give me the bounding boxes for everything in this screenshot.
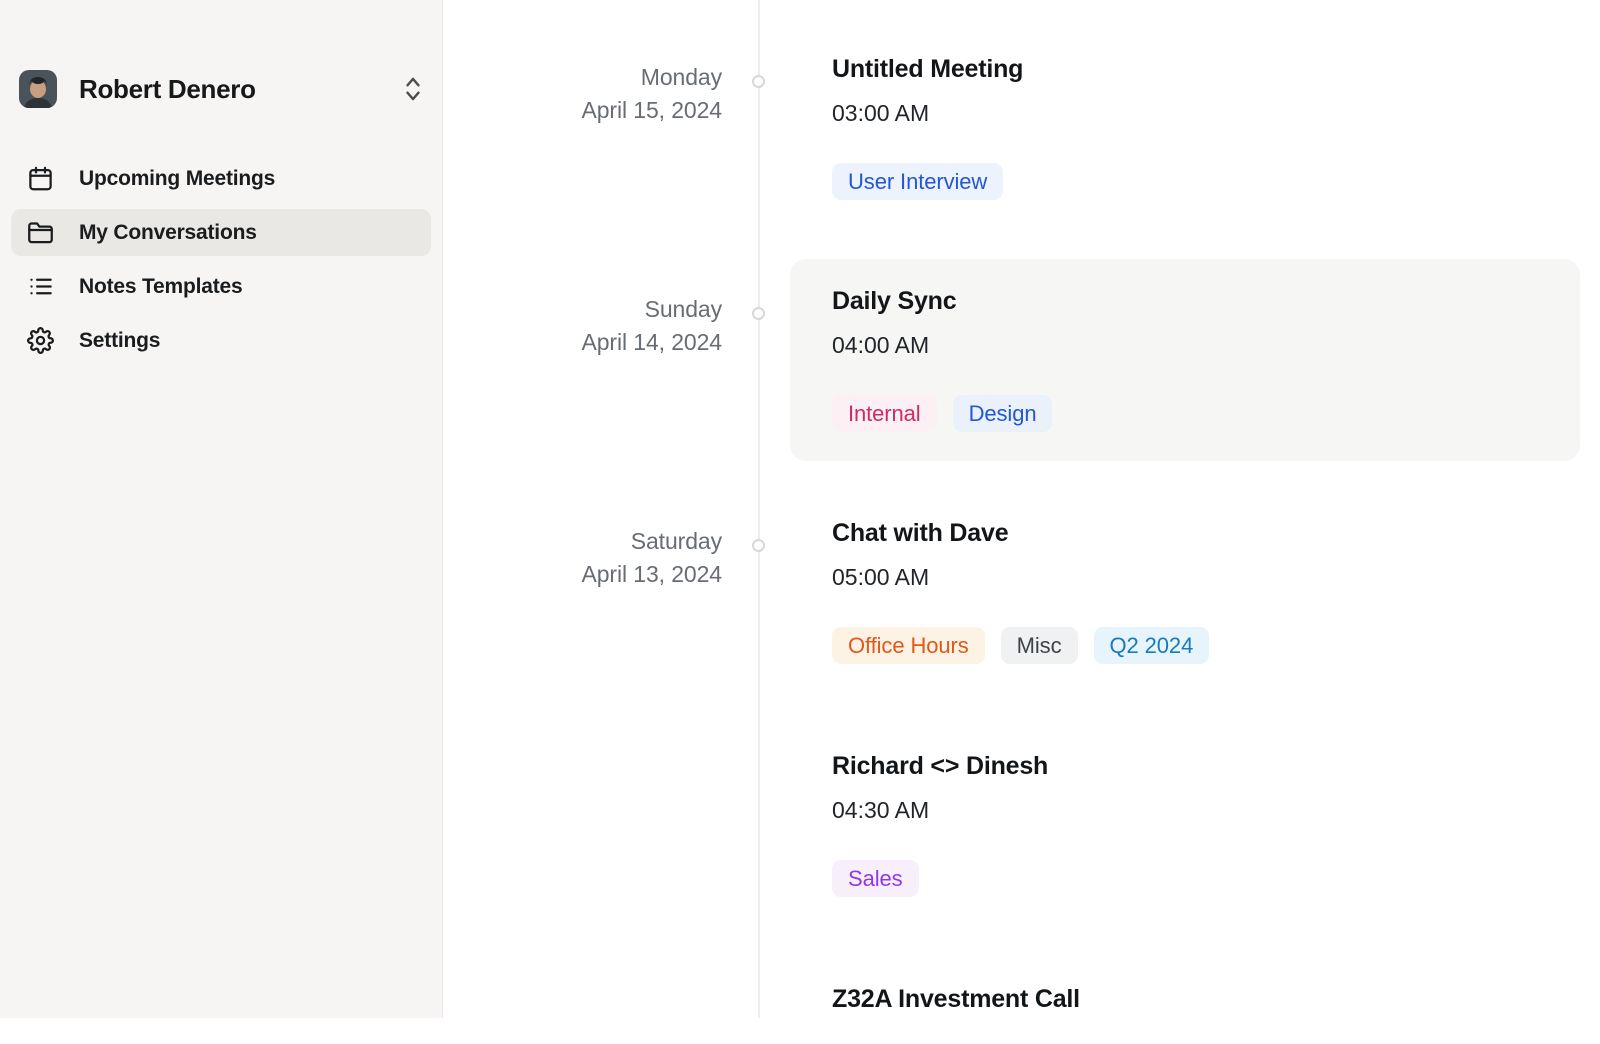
- meeting-time: 04:30 AM: [832, 795, 1538, 826]
- tag[interactable]: Design: [953, 395, 1053, 432]
- date-day: Saturday: [443, 525, 722, 558]
- timeline-group: SundayApril 14, 2024 Daily Sync 04:00 AM In…: [443, 259, 1600, 461]
- meeting-card[interactable]: Richard <> Dinesh 04:30 AM Sales: [790, 724, 1580, 926]
- meeting-tags: Office Hours Misc Q2 2024: [832, 627, 1538, 664]
- meeting-tags: Internal Design: [832, 395, 1538, 432]
- sidebar-item-label: Upcoming Meetings: [79, 167, 275, 191]
- sidebar-nav: Upcoming Meetings My Conversations Notes T…: [11, 155, 431, 364]
- date-label: SundayApril 14, 2024: [443, 259, 722, 461]
- sidebar-item-label: Notes Templates: [79, 275, 243, 299]
- tag[interactable]: Q2 2024: [1094, 627, 1210, 664]
- date-full: April 15, 2024: [443, 94, 722, 127]
- tag[interactable]: Internal: [832, 395, 937, 432]
- meeting-time: 03:00 AM: [832, 98, 1538, 129]
- meeting-card[interactable]: Untitled Meeting 03:00 AM User Interview: [790, 27, 1580, 229]
- tag[interactable]: Sales: [832, 860, 919, 897]
- meeting-card[interactable]: Z32A Investment Call: [790, 957, 1580, 1044]
- date-full: April 14, 2024: [443, 326, 722, 359]
- date-label: MondayApril 15, 2024: [443, 27, 722, 229]
- calendar-icon: [27, 165, 54, 192]
- tag[interactable]: Office Hours: [832, 627, 985, 664]
- main-content: MondayApril 15, 2024 Untitled Meeting 03:0…: [443, 0, 1600, 1018]
- list-icon: [27, 273, 54, 300]
- meeting-tags: Sales: [832, 860, 1538, 897]
- chevron-up-down-icon: [402, 74, 424, 104]
- meeting-card[interactable]: Chat with Dave 05:00 AM Office Hours Misc Q2…: [790, 491, 1580, 693]
- folder-icon: [27, 219, 54, 246]
- sidebar-item-settings[interactable]: Settings: [11, 317, 431, 364]
- tag[interactable]: User Interview: [832, 163, 1003, 200]
- meetings-column: Chat with Dave 05:00 AM Office Hours Misc Q2…: [790, 491, 1580, 1044]
- date-label: SaturdayApril 13, 2024: [443, 491, 722, 1044]
- meeting-title: Richard <> Dinesh: [832, 751, 1538, 782]
- timeline-dot: [752, 75, 765, 88]
- meeting-time: 04:00 AM: [832, 330, 1538, 361]
- timeline-dot: [752, 539, 765, 552]
- avatar: [19, 70, 57, 108]
- sidebar-item-label: My Conversations: [79, 221, 257, 245]
- meeting-title: Chat with Dave: [832, 518, 1538, 549]
- timeline-groups: MondayApril 15, 2024 Untitled Meeting 03:0…: [443, 0, 1600, 1044]
- sidebar-item-my-conversations[interactable]: My Conversations: [11, 209, 431, 256]
- meeting-time: 05:00 AM: [832, 562, 1538, 593]
- sidebar-item-upcoming-meetings[interactable]: Upcoming Meetings: [11, 155, 431, 202]
- meeting-tags: User Interview: [832, 163, 1538, 200]
- date-day: Sunday: [443, 293, 722, 326]
- meetings-column: Untitled Meeting 03:00 AM User Interview: [790, 27, 1580, 229]
- meeting-title: Z32A Investment Call: [832, 984, 1538, 1015]
- app-window: Robert Denero Upcoming Meetings My Conver…: [0, 0, 1600, 1018]
- timeline-dot: [752, 307, 765, 320]
- meeting-title: Daily Sync: [832, 286, 1538, 317]
- meeting-title: Untitled Meeting: [832, 54, 1538, 85]
- sidebar-item-notes-templates[interactable]: Notes Templates: [11, 263, 431, 310]
- date-day: Monday: [443, 61, 722, 94]
- tag[interactable]: Misc: [1001, 627, 1078, 664]
- sidebar-item-label: Settings: [79, 329, 160, 353]
- timeline-group: SaturdayApril 13, 2024 Chat with Dave 05:0…: [443, 491, 1600, 1044]
- meetings-column: Daily Sync 04:00 AM Internal Design: [790, 259, 1580, 461]
- profile-switcher[interactable]: Robert Denero: [19, 70, 424, 108]
- profile-name: Robert Denero: [79, 74, 256, 105]
- timeline-group: MondayApril 15, 2024 Untitled Meeting 03:0…: [443, 27, 1600, 229]
- gear-icon: [27, 327, 54, 354]
- date-full: April 13, 2024: [443, 558, 722, 591]
- meeting-card[interactable]: Daily Sync 04:00 AM Internal Design: [790, 259, 1580, 461]
- sidebar: Robert Denero Upcoming Meetings My Conver…: [0, 0, 443, 1018]
